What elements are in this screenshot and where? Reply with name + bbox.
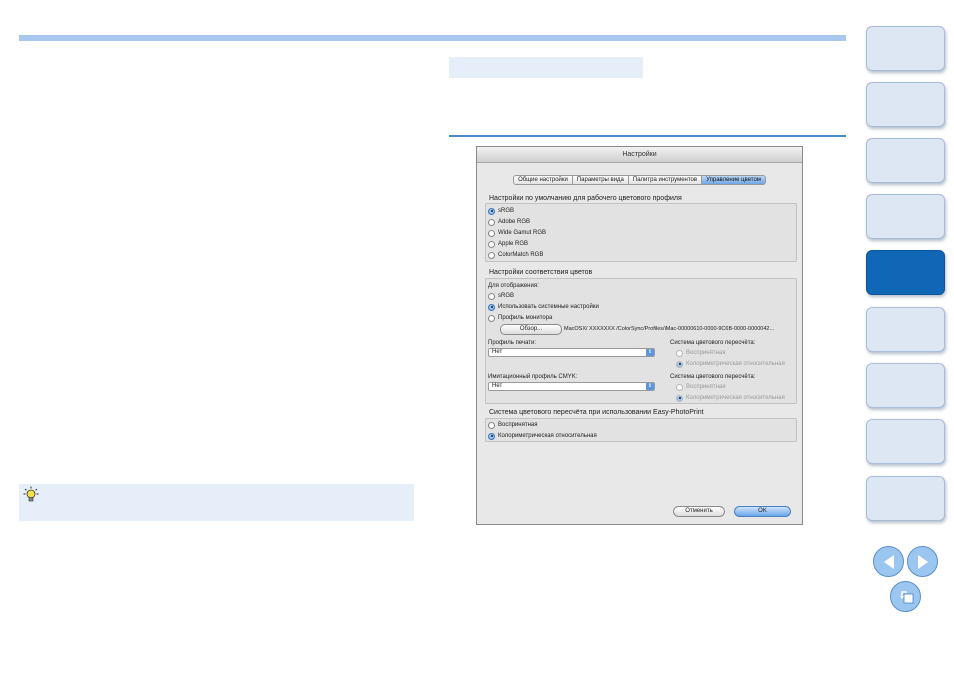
side-nav-button-6[interactable] <box>866 307 945 352</box>
print-profile-select[interactable]: Нет ⇕ <box>488 348 655 357</box>
prev-page-button[interactable] <box>873 546 904 577</box>
radio-icon[interactable] <box>676 394 683 402</box>
working-space-option[interactable]: Apple RGB <box>488 239 528 249</box>
working-space-option[interactable]: Adobe RGB <box>488 217 530 227</box>
side-nav-button-4[interactable] <box>866 194 945 239</box>
tab-bar: Общие настройки Параметры вида Палитра инс… <box>477 175 802 185</box>
chevron-updown-icon: ⇕ <box>646 383 654 390</box>
next-page-button[interactable] <box>907 546 938 577</box>
print-intent-option[interactable]: Воспринятная <box>676 348 726 358</box>
tab-view[interactable]: Параметры вида <box>572 175 629 185</box>
radio-icon[interactable] <box>676 360 683 368</box>
tip-box <box>19 484 414 521</box>
side-nav-button-2[interactable] <box>866 82 945 127</box>
radio-icon[interactable] <box>488 218 495 226</box>
radio-icon[interactable] <box>676 349 683 357</box>
display-option[interactable]: sRGB <box>488 291 514 301</box>
radio-icon[interactable] <box>488 251 495 259</box>
radio-icon[interactable] <box>488 421 495 429</box>
tab-color-management[interactable]: Управление цветом <box>702 175 766 185</box>
cancel-button[interactable]: Отменить <box>673 506 725 517</box>
cmyk-label: Имитационный профиль CMYK: <box>488 374 578 380</box>
side-nav-button-3[interactable] <box>866 138 945 183</box>
radio-icon[interactable] <box>488 303 495 311</box>
section-tag <box>449 57 643 78</box>
working-space-group: sRGB Adobe RGB Wide Gamut RGB Apple RGB … <box>485 203 797 262</box>
tab-tool-palette[interactable]: Палитра инструментов <box>628 175 703 185</box>
side-nav-button-1[interactable] <box>866 26 945 71</box>
easy-photoprint-option[interactable]: Колориметрическая относительная <box>488 431 597 441</box>
display-label: Для отображения: <box>488 283 539 289</box>
radio-icon[interactable] <box>488 207 495 215</box>
top-rule <box>19 35 846 41</box>
color-matching-group: Для отображения: sRGB Использовать систе… <box>485 278 797 404</box>
radio-icon[interactable] <box>488 314 495 322</box>
working-space-option[interactable]: sRGB <box>488 206 514 216</box>
cmyk-intent-option[interactable]: Воспринятная <box>676 382 726 392</box>
section-rule <box>449 135 846 137</box>
side-nav-button-5[interactable] <box>866 250 945 295</box>
color-matching-title: Настройки соответствия цветов <box>489 269 593 276</box>
display-option[interactable]: Профиль монитора <box>488 313 552 323</box>
cmyk-intent-option[interactable]: Колориметрическая относительная <box>676 393 785 403</box>
lightbulb-icon <box>23 486 39 502</box>
browse-button[interactable]: Обзор... <box>500 324 562 335</box>
side-nav-button-8[interactable] <box>866 419 945 464</box>
radio-icon[interactable] <box>488 240 495 248</box>
ok-button[interactable]: OK <box>734 506 791 517</box>
easy-photoprint-option[interactable]: Воспринятная <box>488 420 538 430</box>
working-space-option[interactable]: ColorMatch RGB <box>488 250 543 260</box>
prev-arrow-icon <box>884 555 894 569</box>
return-icon <box>900 591 914 604</box>
preferences-dialog: Настройки Общие настройки Параметры вида П… <box>476 146 803 525</box>
radio-icon[interactable] <box>488 432 495 440</box>
easy-photoprint-group: Воспринятная Колориметрическая относител… <box>485 418 797 442</box>
radio-icon[interactable] <box>488 292 495 300</box>
radio-icon[interactable] <box>676 383 683 391</box>
side-nav-button-9[interactable] <box>866 476 945 521</box>
chevron-updown-icon: ⇕ <box>646 349 654 356</box>
side-nav-button-7[interactable] <box>866 363 945 408</box>
dialog-title: Настройки <box>477 147 802 163</box>
radio-icon[interactable] <box>488 229 495 237</box>
return-button[interactable] <box>890 581 921 612</box>
cmyk-intent-label: Система цветового пересчёта: <box>670 374 756 380</box>
monitor-profile-path: MacOSX/ XXXXXXX /ColorSync/Profiles/iMac… <box>564 326 775 332</box>
print-intent-label: Система цветового пересчёта: <box>670 340 756 346</box>
next-arrow-icon <box>918 555 928 569</box>
display-option[interactable]: Использовать системные настройки <box>488 302 599 312</box>
working-space-title: Настройки по умолчанию для рабочего цвет… <box>489 195 682 202</box>
easy-photoprint-title: Система цветового пересчёта при использо… <box>489 409 704 416</box>
print-profile-label: Профиль печати: <box>488 340 537 346</box>
cmyk-profile-select[interactable]: Нет ⇕ <box>488 382 655 391</box>
working-space-option[interactable]: Wide Gamut RGB <box>488 228 546 238</box>
print-intent-option[interactable]: Колориметрическая относительная <box>676 359 785 369</box>
tab-general[interactable]: Общие настройки <box>513 175 573 185</box>
